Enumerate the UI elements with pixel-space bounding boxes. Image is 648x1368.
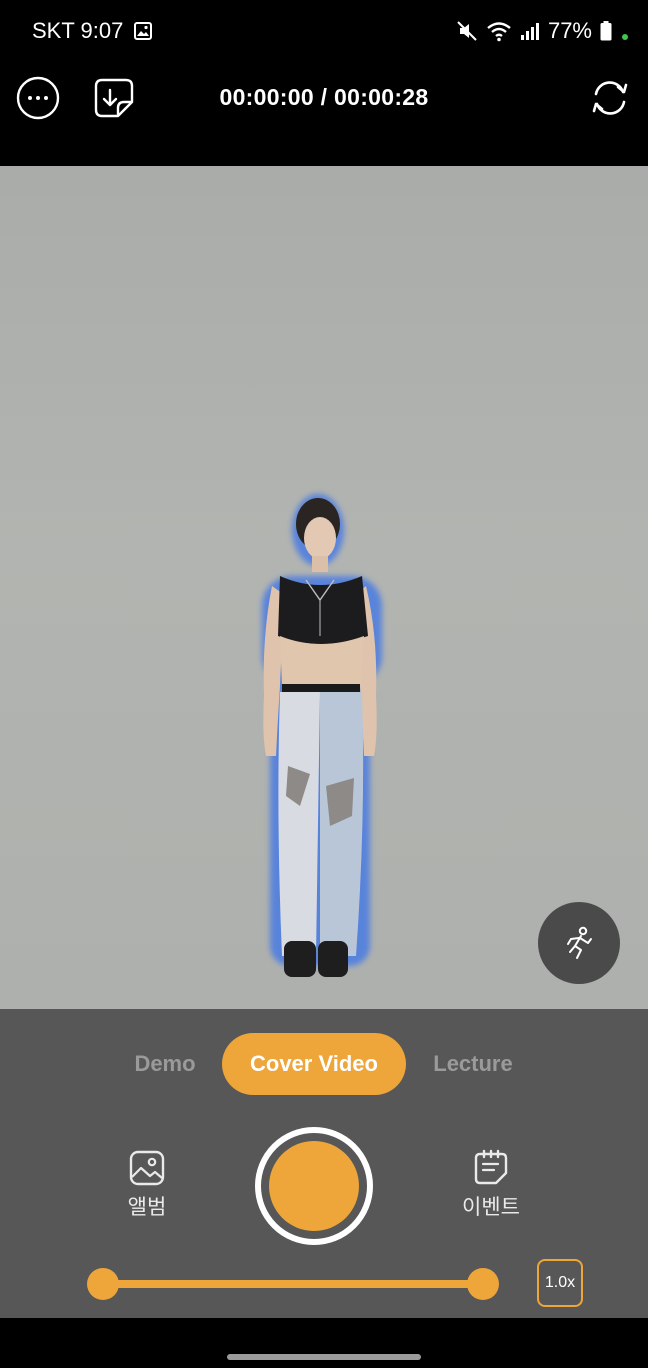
tab-demo[interactable]: Demo: [112, 1033, 218, 1095]
album-icon: [129, 1150, 165, 1186]
running-person-icon: [567, 926, 592, 959]
mute-icon: [457, 21, 477, 41]
dancer-figure: [262, 494, 382, 977]
status-bar: SKT 9:07 77%: [0, 0, 648, 62]
system-nav-bar: [0, 1318, 648, 1368]
event-label: 이벤트: [462, 1196, 520, 1219]
event-note-icon: [474, 1149, 508, 1185]
pose-guide-button[interactable]: [538, 902, 620, 984]
top-toolbar: 00:00:00 / 00:00:28: [0, 62, 648, 166]
home-indicator[interactable]: [227, 1354, 421, 1360]
battery-percent: 77%: [547, 18, 592, 43]
tab-cover-video[interactable]: Cover Video: [222, 1033, 406, 1095]
trim-range-track[interactable]: [103, 1280, 483, 1288]
status-left: SKT 9:07: [32, 18, 153, 44]
playback-speed-button[interactable]: 1.0x: [537, 1259, 583, 1307]
carrier-time: SKT 9:07: [32, 18, 124, 43]
timecode-display: 00:00:00 / 00:00:28: [219, 84, 429, 110]
album-button[interactable]: 앨범: [102, 1149, 192, 1221]
record-core: [269, 1141, 359, 1231]
record-button[interactable]: [255, 1127, 373, 1245]
event-button[interactable]: 이벤트: [446, 1149, 536, 1221]
album-label: 앨범: [127, 1196, 167, 1219]
gallery-notification-icon: [134, 22, 153, 40]
trim-start-handle[interactable]: [87, 1268, 119, 1300]
capture-panel: Demo Cover Video Lecture 앨범 이벤트 1.0x: [0, 1009, 648, 1318]
signal-icon: [520, 23, 539, 40]
switch-camera-button[interactable]: [588, 76, 632, 120]
camera-preview[interactable]: [0, 166, 648, 1009]
tab-lecture[interactable]: Lecture: [414, 1033, 532, 1095]
battery-icon: [600, 21, 612, 41]
switch-camera-icon: [592, 81, 628, 115]
privacy-indicator-dot: [622, 34, 628, 40]
status-right: 77%: [456, 18, 628, 44]
trim-end-handle[interactable]: [467, 1268, 499, 1300]
wifi-icon: [487, 22, 511, 42]
